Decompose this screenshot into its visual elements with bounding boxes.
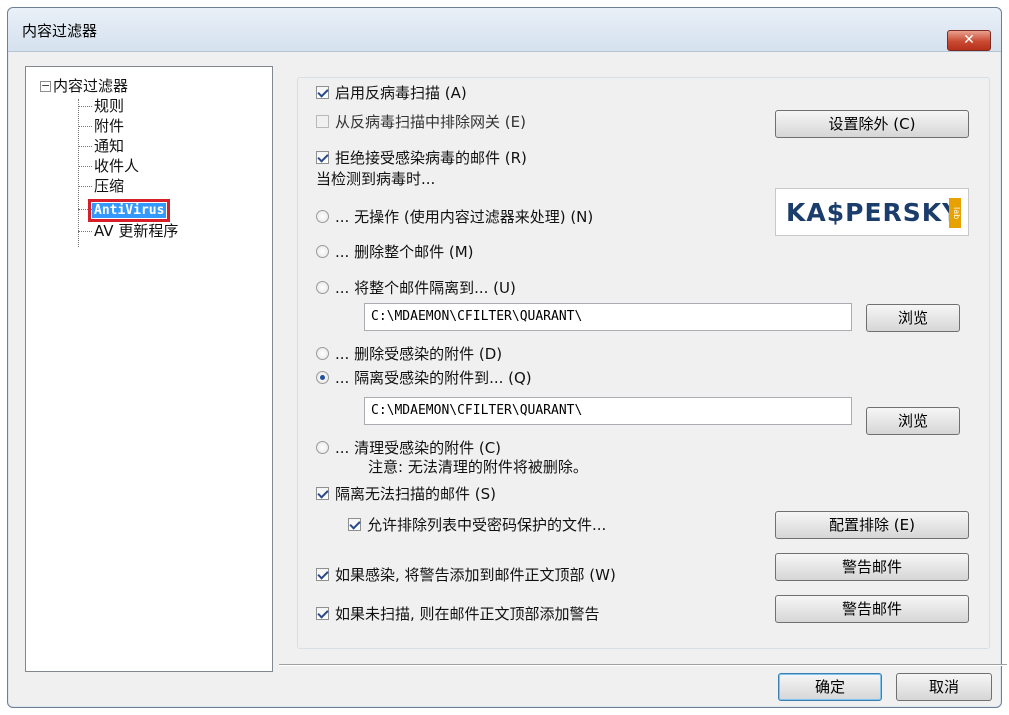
warn-unscanned-checkbox[interactable] <box>316 607 329 620</box>
action-quarantine-message[interactable]: ... 将整个邮件隔离到... (U) <box>316 278 516 298</box>
warn-infected-checkbox[interactable] <box>316 568 329 581</box>
title-bar: 内容过滤器 ✕ <box>8 8 1001 52</box>
warn-unscanned-option[interactable]: 如果未扫描, 则在邮件正文顶部添加警告 <box>316 604 600 624</box>
tree-item-rules[interactable]: 规则 <box>78 97 126 115</box>
radio-delete-message[interactable] <box>316 245 329 258</box>
tree-root[interactable]: − 内容过滤器 <box>40 75 128 96</box>
browse-button-2[interactable]: 浏览 <box>866 407 960 435</box>
attachment-quarantine-path-input[interactable]: C:\MDAEMON\CFILTER\QUARANT\ <box>364 397 852 425</box>
warning-message-button-2[interactable]: 警告邮件 <box>775 595 969 623</box>
kaspersky-logo: KA$PERSKY lab <box>775 188 969 236</box>
radio-quarantine-attachments[interactable] <box>316 371 329 384</box>
exclude-gateways-checkbox[interactable] <box>316 115 329 128</box>
action-delete-attachments[interactable]: ... 删除受感染的附件 (D) <box>316 344 502 364</box>
message-quarantine-path-input[interactable]: C:\MDAEMON\CFILTER\QUARANT\ <box>364 303 852 331</box>
quarantine-unscannable-option[interactable]: 隔离无法扫描的邮件 (S) <box>316 484 496 504</box>
tree-item-av-updater[interactable]: AV 更新程序 <box>78 222 180 240</box>
exclude-gateways-option[interactable]: 从反病毒扫描中排除网关 (E) <box>316 112 526 132</box>
enable-scan-option[interactable]: 启用反病毒扫描 (A) <box>316 83 467 103</box>
configure-exclusions-button[interactable]: 配置排除 (E) <box>775 511 969 539</box>
when-detected-label: 当检测到病毒时... <box>316 170 436 188</box>
close-button[interactable]: ✕ <box>947 30 991 51</box>
warn-infected-option[interactable]: 如果感染, 将警告添加到邮件正文顶部 (W) <box>316 565 616 585</box>
tree-item-compression[interactable]: 压缩 <box>78 177 126 195</box>
kaspersky-logo-text: KA$PERSKY <box>786 198 962 227</box>
action-clean-attachments[interactable]: ... 清理受感染的附件 (C) <box>316 438 501 458</box>
tree-root-label: 内容过滤器 <box>53 77 129 95</box>
tree-item-attachments[interactable]: 附件 <box>78 117 126 135</box>
radio-clean-attachments[interactable] <box>316 441 329 454</box>
enable-scan-checkbox[interactable] <box>316 86 329 99</box>
tree-item-recipients[interactable]: 收件人 <box>78 157 141 175</box>
allow-password-protected-checkbox[interactable] <box>348 518 361 531</box>
action-delete-message[interactable]: ... 删除整个邮件 (M) <box>316 242 474 262</box>
action-quarantine-attachments[interactable]: ... 隔离受感染的附件到... (Q) <box>316 368 532 388</box>
tree-item-antivirus[interactable]: AntiVirus <box>78 199 171 222</box>
filter-tree: − 内容过滤器 规则 附件 通知 收件人 压缩 AntiVirus AV 更新程序 <box>25 66 273 672</box>
radio-no-action[interactable] <box>316 210 329 223</box>
clean-note: 注意: 无法清理的附件将被删除。 <box>368 458 588 476</box>
reject-infected-checkbox[interactable] <box>316 151 329 164</box>
set-exclusions-button[interactable]: 设置除外 (C) <box>775 110 969 138</box>
ok-button[interactable]: 确定 <box>778 673 882 701</box>
kaspersky-lab-badge: lab <box>949 198 961 228</box>
reject-infected-option[interactable]: 拒绝接受感染病毒的邮件 (R) <box>316 148 527 168</box>
cancel-button[interactable]: 取消 <box>896 673 992 701</box>
footer-separator <box>279 664 1007 666</box>
radio-delete-attachments[interactable] <box>316 347 329 360</box>
radio-quarantine-message[interactable] <box>316 281 329 294</box>
allow-password-protected-option[interactable]: 允许排除列表中受密码保护的文件... <box>348 515 606 535</box>
quarantine-unscannable-checkbox[interactable] <box>316 487 329 500</box>
browse-button-1[interactable]: 浏览 <box>866 304 960 332</box>
collapse-toggle-icon[interactable]: − <box>40 80 51 92</box>
content-filter-dialog: 内容过滤器 ✕ − 内容过滤器 规则 附件 通知 收件人 压缩 AntiVirus… <box>7 7 1007 708</box>
action-no-action[interactable]: ... 无操作 (使用内容过滤器来处理) (N) <box>316 207 593 227</box>
tree-item-notifications[interactable]: 通知 <box>78 137 126 155</box>
dialog-title: 内容过滤器 <box>22 22 98 40</box>
warning-message-button-1[interactable]: 警告邮件 <box>775 553 969 581</box>
